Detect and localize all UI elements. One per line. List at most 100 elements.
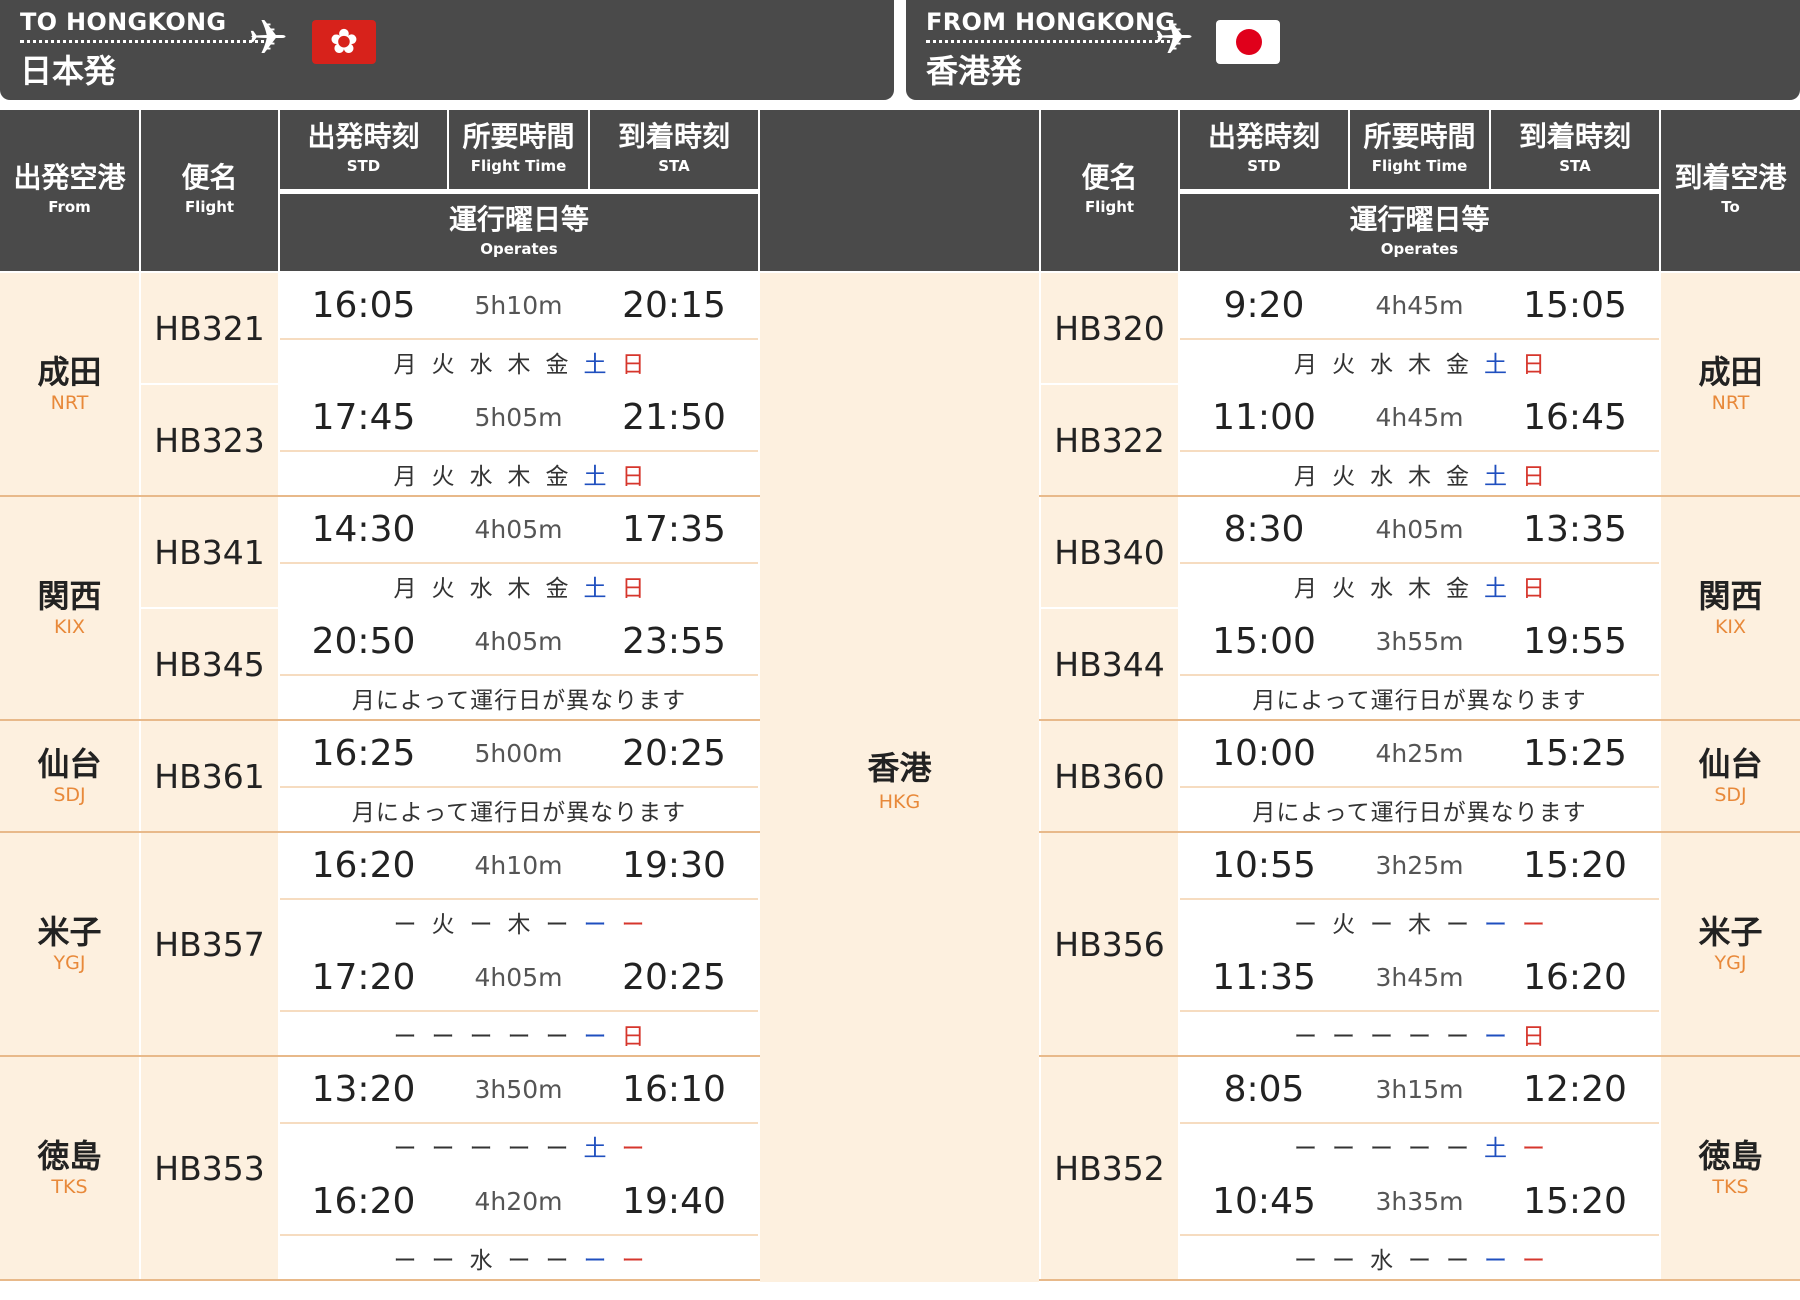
hong-kong-flag-icon: ✿ xyxy=(312,20,376,64)
header-flighttime-out: 所要時間 Flight Time xyxy=(449,110,588,189)
airport-name: 米子 xyxy=(37,912,102,951)
row-divider xyxy=(280,338,758,340)
group-divider xyxy=(1039,1055,1800,1057)
weekday-mark: 木 xyxy=(1408,911,1431,938)
weekday-mark: ー xyxy=(1370,911,1393,938)
weekday-mark: 水 xyxy=(469,1247,493,1274)
airport-cell: 徳島 TKS xyxy=(0,1057,139,1279)
weekday-mark: 日 xyxy=(1522,1023,1545,1050)
weekday-mark: ー xyxy=(1370,1135,1393,1162)
arrival-time: 20:25 xyxy=(590,945,758,1010)
weekday-mark: 日 xyxy=(1522,575,1545,602)
header-std-en: STD xyxy=(346,157,381,176)
weekday-mark: ー xyxy=(621,1135,645,1162)
weekday-mark: 日 xyxy=(1522,463,1545,490)
flight-number: HB323 xyxy=(141,385,278,495)
airport-cell: 関西 KIX xyxy=(0,497,139,719)
weekday-mark: 土 xyxy=(583,463,607,490)
header-flight-jp: 便名 xyxy=(181,161,238,195)
group-divider xyxy=(0,831,760,833)
airport-name: 仙台 xyxy=(1698,744,1763,783)
airport-code: TKS xyxy=(1712,1176,1749,1199)
weekday-mark: ー xyxy=(583,911,607,938)
operating-days: ーーーーー土ー xyxy=(1180,1124,1659,1167)
weekday-mark: ー xyxy=(1294,1135,1317,1162)
hub-airport-code: HKG xyxy=(878,790,921,813)
weekday-mark: 水 xyxy=(1370,463,1393,490)
weekday-mark: 火 xyxy=(431,351,455,378)
airport-cell: 米子 YGJ xyxy=(0,833,139,1055)
weekday-mark: 金 xyxy=(545,351,569,378)
departure-time: 11:00 xyxy=(1180,385,1348,450)
operating-days: 月によって運行日が異なります xyxy=(1180,788,1659,831)
from-hongkong-banner: FROM HONGKONG 香港発 ✈ xyxy=(906,0,1800,100)
departure-time: 10:00 xyxy=(1180,721,1348,786)
weekday-mark: ー xyxy=(583,1247,607,1274)
operating-note: 月によって運行日が異なります xyxy=(351,799,687,826)
weekday-mark: ー xyxy=(1446,1247,1469,1274)
weekday-mark: ー xyxy=(621,1247,645,1274)
weekday-mark: ー xyxy=(1522,1135,1545,1162)
flight-number: HB357 xyxy=(141,833,278,1055)
header-std-en: STD xyxy=(1247,157,1281,176)
row-divider xyxy=(280,674,758,676)
weekday-mark: ー xyxy=(1522,1247,1545,1274)
header-sta-out: 到着時刻 STA xyxy=(590,110,758,189)
weekday-mark: ー xyxy=(1332,1135,1355,1162)
weekday-mark: ー xyxy=(469,1023,493,1050)
operating-days: 月火水木金土日 xyxy=(280,452,758,495)
airport-name: 成田 xyxy=(37,352,102,391)
flight-duration: 4h25m xyxy=(1350,721,1489,786)
flight-number: HB361 xyxy=(141,721,278,831)
weekday-mark: ー xyxy=(1294,911,1317,938)
airport-code: NRT xyxy=(1711,392,1750,415)
flight-duration: 5h10m xyxy=(449,273,588,338)
dotted-route-line xyxy=(926,40,1178,43)
arrival-time: 15:20 xyxy=(1491,833,1659,898)
weekday-mark: 火 xyxy=(1332,351,1355,378)
weekday-mark: 月 xyxy=(393,351,417,378)
header-std-out: 出発時刻 STD xyxy=(280,110,447,189)
airplane-icon: ✈ xyxy=(248,10,289,66)
flight-duration: 4h45m xyxy=(1350,385,1489,450)
weekday-mark: ー xyxy=(431,1023,455,1050)
flight-duration: 3h50m xyxy=(449,1057,588,1122)
weekday-mark: 火 xyxy=(431,575,455,602)
arrival-time: 20:25 xyxy=(590,721,758,786)
airport-name: 関西 xyxy=(1698,576,1763,615)
airport-cell: 成田 NRT xyxy=(0,273,139,495)
flight-duration: 3h15m xyxy=(1350,1057,1489,1122)
weekday-mark: ー xyxy=(1332,1023,1355,1050)
weekday-mark: ー xyxy=(1446,1135,1469,1162)
airport-cell: 仙台 SDJ xyxy=(1661,721,1800,831)
weekday-mark: 日 xyxy=(621,463,645,490)
header-flighttime-in: 所要時間 Flight Time xyxy=(1350,110,1489,189)
header-sta-en: STA xyxy=(658,157,690,176)
arrival-time: 16:45 xyxy=(1491,385,1659,450)
flight-duration: 3h55m xyxy=(1350,609,1489,674)
header-hub-spacer xyxy=(760,110,1039,271)
weekday-mark: ー xyxy=(545,1023,569,1050)
header-sta-jp: 到着時刻 xyxy=(617,120,730,154)
airport-cell: 関西 KIX xyxy=(1661,497,1800,719)
operating-note: 月によって運行日が異なります xyxy=(1252,687,1587,714)
row-divider xyxy=(1180,338,1659,340)
arrival-time: 15:25 xyxy=(1491,721,1659,786)
flight-duration: 3h25m xyxy=(1350,833,1489,898)
airplane-icon: ✈ xyxy=(1154,10,1195,66)
row-divider xyxy=(1180,674,1659,676)
flight-duration: 4h05m xyxy=(1350,497,1489,562)
operating-days: 月火水木金土日 xyxy=(280,340,758,383)
flight-number: HB345 xyxy=(141,609,278,719)
group-divider xyxy=(0,719,760,721)
operating-days: ーーーーー土ー xyxy=(280,1124,758,1167)
departure-time: 14:30 xyxy=(280,497,447,562)
group-divider xyxy=(1039,1279,1800,1281)
weekday-mark: 水 xyxy=(469,351,493,378)
arrival-time: 19:40 xyxy=(590,1169,758,1234)
header-operates-jp: 運行曜日等 xyxy=(448,203,589,237)
airport-name: 徳島 xyxy=(37,1136,102,1175)
weekday-mark: ー xyxy=(1484,1023,1507,1050)
airport-name: 成田 xyxy=(1698,352,1763,391)
weekday-mark: 水 xyxy=(469,463,493,490)
